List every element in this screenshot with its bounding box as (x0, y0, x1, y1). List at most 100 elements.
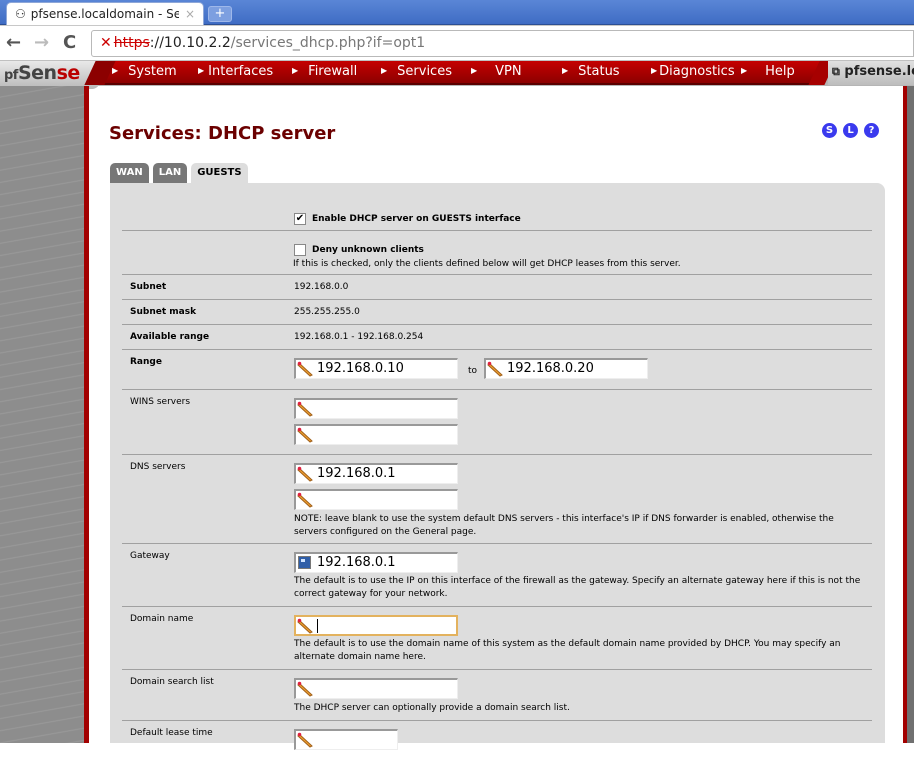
logo-text-red: se (56, 62, 81, 84)
deny-unknown-desc: If this is checked, only the clients def… (293, 259, 681, 269)
tab-wan[interactable]: WAN (110, 163, 149, 183)
available-range-value: 192.168.0.1 - 192.168.0.254 (294, 332, 424, 342)
menu-services[interactable]: ▶ Services (381, 64, 452, 79)
deny-cell: Deny unknown clients If this is checked,… (293, 239, 681, 271)
range-to-input[interactable]: 192.168.0.20 (484, 358, 648, 379)
tab-lan[interactable]: LAN (152, 163, 188, 183)
menu-system[interactable]: ▶ System (112, 64, 177, 79)
interface-tabs: WAN LAN GUESTS (110, 163, 248, 183)
range-to-value: 192.168.0.20 (507, 361, 594, 376)
network-icon: ⧉ (832, 65, 840, 78)
hostname-display: ⧉ pfsense.localdomain (828, 61, 914, 85)
default-lease-label: Default lease time (130, 728, 213, 738)
help-question-icon[interactable]: ? (864, 123, 879, 138)
back-icon[interactable]: ← (6, 33, 21, 53)
logo-text: Sen (17, 62, 57, 84)
default-lease-input[interactable] (294, 729, 398, 750)
menu-label: Status (578, 64, 620, 79)
menu-label: System (128, 64, 177, 79)
pencil-icon (297, 681, 313, 697)
right-background (907, 86, 914, 743)
menu-arrow-icon: ▶ (651, 66, 658, 75)
row-subnet-mask: Subnet mask 255.255.255.0 (122, 300, 872, 325)
domain-name-input[interactable] (294, 615, 458, 636)
menu-status[interactable]: ▶ Status (562, 64, 620, 79)
dhcp-settings-panel: ✔ Enable DHCP server on GUESTS interface … (110, 183, 885, 750)
subnet-value: 192.168.0.0 (294, 282, 349, 292)
row-wins: WINS servers (122, 390, 872, 455)
pencil-icon (297, 401, 313, 417)
tab-title: pfsense.localdomain - Servi... (30, 7, 179, 21)
row-domain-search: Domain search list The DHCP server can o… (122, 670, 872, 721)
menu-arrow-icon: ▶ (381, 66, 388, 75)
gateway-icon (298, 556, 311, 569)
subnet-label: Subnet (130, 282, 167, 292)
menu-help[interactable]: ▶ Help (741, 64, 795, 79)
left-background (0, 86, 84, 743)
menu-label: Diagnostics (659, 64, 735, 79)
gateway-value: 192.168.0.1 (317, 555, 396, 570)
pencil-icon (297, 732, 313, 748)
menu-label: Services (397, 64, 452, 79)
menu-label: Interfaces (208, 64, 274, 79)
dns-server-2-input[interactable] (294, 489, 458, 510)
browser-tab[interactable]: ⚇ pfsense.localdomain - Servi... × (6, 2, 204, 25)
url-host: ://10.10.2.2 (149, 35, 231, 51)
gateway-input[interactable]: 192.168.0.1 (294, 552, 458, 573)
logo-prefix: pf (4, 68, 18, 83)
subnet-mask-label: Subnet mask (130, 307, 197, 317)
wins-server-2-input[interactable] (294, 424, 458, 445)
menu-label: Help (765, 64, 795, 79)
row-domain-name: Domain name The default is to use the do… (122, 607, 872, 670)
dns-label: DNS servers (130, 462, 186, 472)
domain-name-label: Domain name (130, 614, 194, 624)
subnet-mask-value: 255.255.255.0 (294, 307, 360, 317)
domain-name-desc: The default is to use the domain name of… (294, 639, 841, 662)
menu-arrow-icon: ▶ (112, 66, 119, 75)
gateway-desc: The default is to use the IP on this int… (294, 576, 861, 599)
pfsense-header: pfSense ▶ System ▶ Interfaces ▶ Firewall ▶ S… (0, 61, 914, 89)
domain-search-label: Domain search list (130, 677, 214, 687)
text-caret (317, 618, 318, 633)
main-menu: ▶ System ▶ Interfaces ▶ Firewall ▶ Services … (100, 61, 822, 85)
reload-icon[interactable]: C (63, 33, 76, 53)
log-l-icon[interactable]: L (843, 123, 858, 138)
menu-interfaces[interactable]: ▶ Interfaces (198, 64, 273, 79)
deny-unknown-checkbox[interactable] (294, 243, 306, 256)
forward-icon[interactable]: → (34, 33, 49, 53)
range-from-input[interactable]: 192.168.0.10 (294, 358, 458, 379)
url-path: /services_dhcp.php?if=opt1 (230, 35, 426, 51)
wins-label: WINS servers (130, 397, 191, 407)
row-available-range: Available range 192.168.0.1 - 192.168.0.… (122, 325, 872, 350)
menu-arrow-icon: ▶ (741, 66, 748, 75)
left-border (84, 86, 89, 743)
dns-note: NOTE: leave blank to use the system defa… (294, 514, 834, 537)
close-tab-icon[interactable]: × (185, 7, 195, 21)
dns-server-1-input[interactable]: 192.168.0.1 (294, 463, 458, 484)
menu-label: Firewall (308, 64, 358, 79)
menu-firewall[interactable]: ▶ Firewall (292, 64, 357, 79)
hostname-text: pfsense.localdomain (844, 64, 914, 79)
address-bar[interactable]: ✕ https://10.10.2.2/services_dhcp.php?if=… (91, 30, 914, 57)
menu-arrow-icon: ▶ (562, 66, 569, 75)
domain-search-desc: The DHCP server can optionally provide a… (294, 703, 570, 713)
enable-dhcp-checkbox[interactable]: ✔ (294, 212, 306, 225)
row-enable: ✔ Enable DHCP server on GUESTS interface (122, 183, 872, 231)
row-dns: DNS servers 192.168.0.1 NOTE: leave blan… (122, 455, 872, 544)
menu-vpn[interactable]: ▶ VPN (471, 64, 522, 79)
wins-server-1-input[interactable] (294, 398, 458, 419)
tab-guests[interactable]: GUESTS (191, 163, 248, 183)
enable-dhcp-label: Enable DHCP server on GUESTS interface (312, 213, 521, 224)
menu-diagnostics[interactable]: ▶ Diagnostics (651, 64, 735, 79)
menu-arrow-icon: ▶ (471, 66, 478, 75)
range-to-label: to (468, 366, 478, 376)
pencil-icon (297, 361, 313, 377)
domain-search-input[interactable] (294, 678, 458, 699)
menu-label: VPN (495, 64, 522, 79)
status-s-icon[interactable]: S (822, 123, 837, 138)
pencil-icon (297, 466, 313, 482)
pfsense-favicon-icon: ⚇ (15, 7, 26, 21)
enable-cell: ✔ Enable DHCP server on GUESTS interface (294, 208, 521, 227)
new-tab-button[interactable]: + (208, 6, 232, 22)
available-range-label: Available range (130, 332, 210, 342)
